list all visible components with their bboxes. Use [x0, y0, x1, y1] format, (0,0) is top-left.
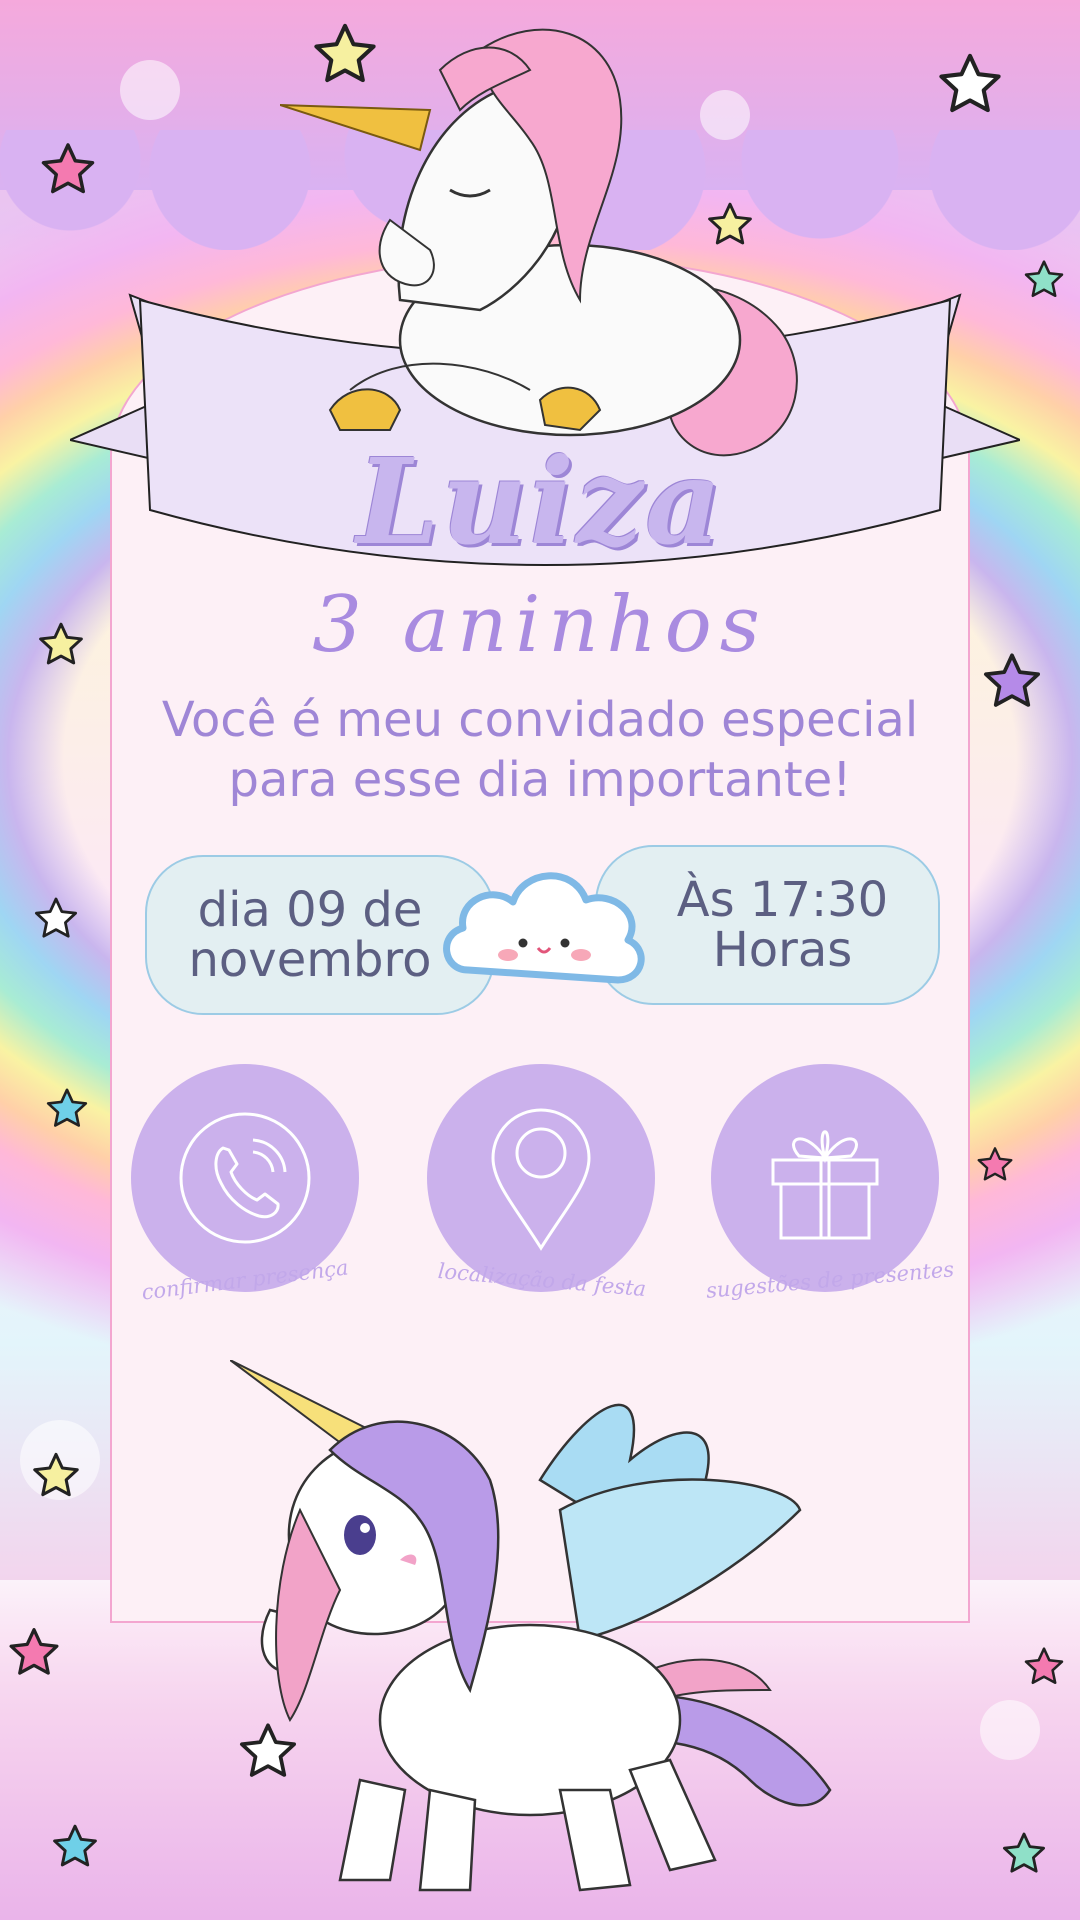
- star-icon: [35, 897, 77, 938]
- age-text: 3 aninhos: [312, 580, 768, 670]
- star-icon: [1003, 1832, 1045, 1873]
- party-location-button[interactable]: [427, 1064, 655, 1292]
- date-line1: dia 09 de: [197, 882, 423, 938]
- invite-message: Você é meu convidado especial para esse …: [140, 690, 940, 810]
- star-icon: [939, 53, 1001, 113]
- star-icon: [46, 1088, 88, 1127]
- gift-suggestions-button[interactable]: [711, 1064, 939, 1292]
- bokeh-dot: [120, 60, 180, 120]
- bokeh-dot: [980, 1700, 1040, 1760]
- time-line2: Horas: [712, 922, 853, 978]
- star-icon: [1024, 1647, 1064, 1685]
- star-icon: [9, 1628, 59, 1675]
- phone-icon: [179, 1112, 311, 1244]
- winged-unicorn-illustration: [230, 1360, 832, 1892]
- star-icon: [1024, 260, 1064, 298]
- invite-message-line2: para esse dia importante!: [228, 752, 852, 808]
- celebrant-name: Luiza: [356, 432, 724, 571]
- invite-message-line1: Você é meu convidado especial: [161, 692, 919, 748]
- star-icon: [33, 1452, 79, 1497]
- star-icon: [53, 1824, 97, 1867]
- smiling-cloud-icon: [443, 872, 645, 984]
- time-line1: Às 17:30: [676, 872, 889, 928]
- star-icon: [41, 143, 95, 194]
- location-pin-icon: [491, 1108, 591, 1251]
- date-line2: novembro: [188, 932, 432, 988]
- gift-icon: [771, 1130, 879, 1240]
- star-icon: [977, 1147, 1013, 1181]
